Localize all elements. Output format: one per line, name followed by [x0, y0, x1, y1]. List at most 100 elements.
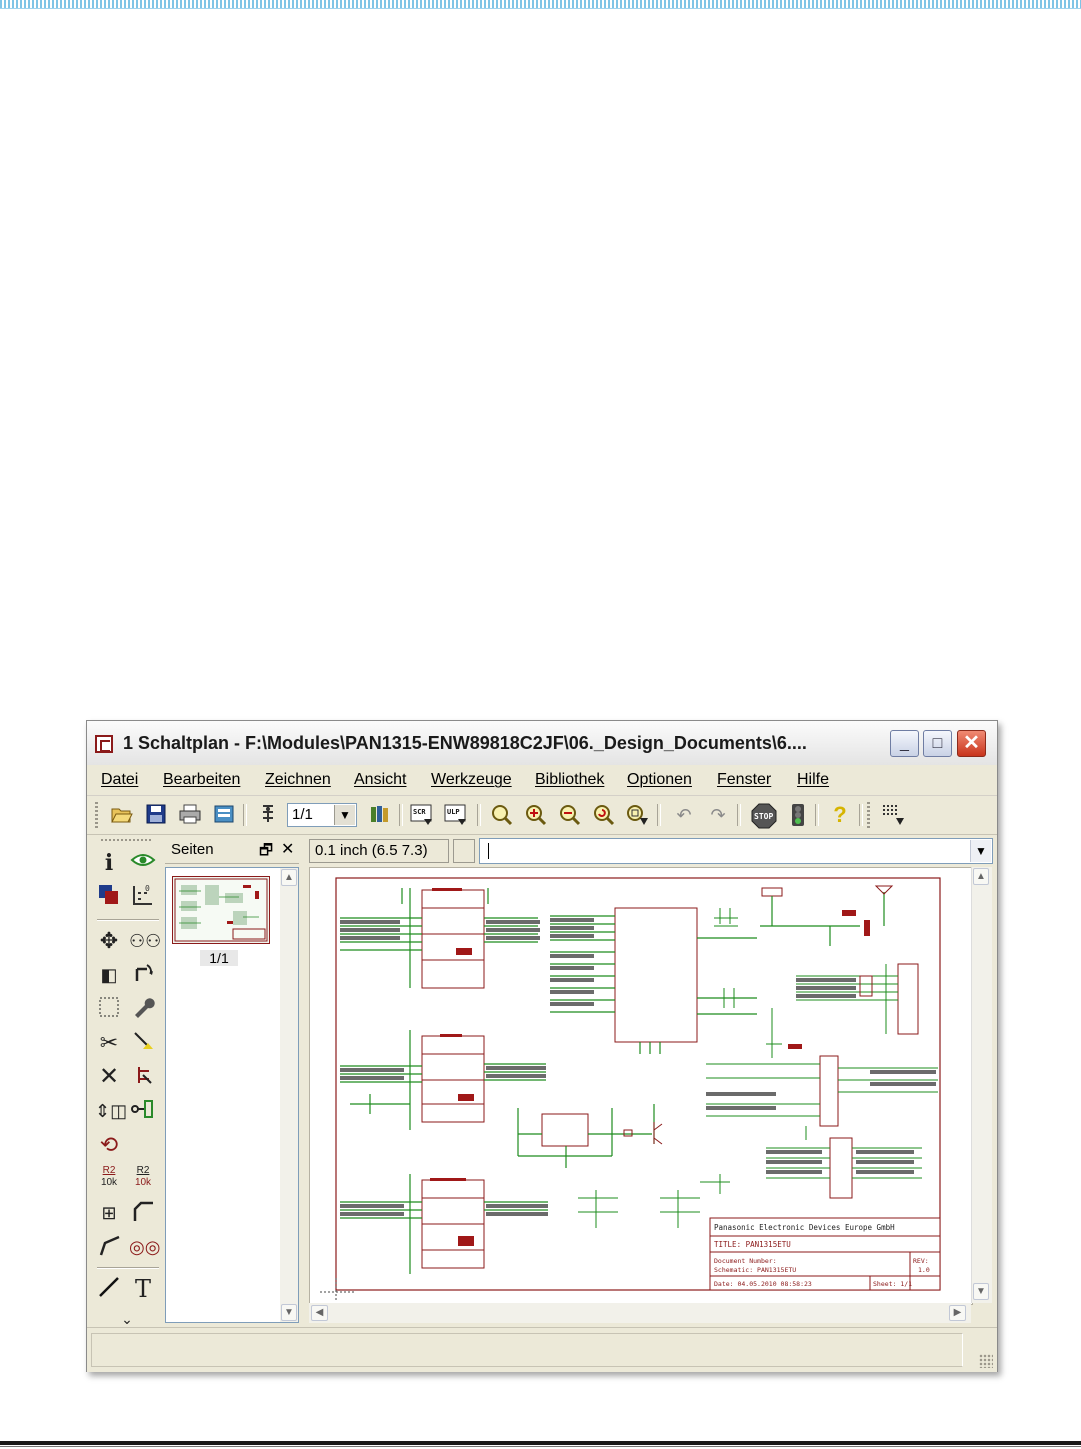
canvas-vertical-scrollbar[interactable]: ▲ ▼: [971, 867, 992, 1303]
close-button[interactable]: ✕: [957, 730, 986, 757]
menu-werkzeuge[interactable]: Werkzeuge: [431, 771, 512, 789]
group-icon[interactable]: [95, 995, 123, 1023]
sheet-icon[interactable]: [255, 803, 281, 827]
menu-fenster[interactable]: Fenster: [717, 771, 771, 789]
cut-icon[interactable]: ✂: [95, 1029, 123, 1057]
scroll-down-icon[interactable]: ▼: [281, 1304, 297, 1321]
info-icon[interactable]: i: [95, 849, 123, 877]
chevron-down-icon[interactable]: ▼: [334, 805, 355, 825]
pinswap-icon[interactable]: ⇕◫: [95, 1097, 127, 1125]
stop-icon[interactable]: STOP: [751, 803, 777, 829]
toolbar-separator: [477, 804, 481, 826]
wire-icon[interactable]: [95, 1275, 123, 1303]
title-bar[interactable]: 1 Schaltplan - F:\Modules\PAN1315-ENW898…: [87, 721, 997, 766]
tb-rev-value: 1.0: [918, 1266, 930, 1274]
tb-schematic: Schematic: PAN1315ETU: [714, 1266, 796, 1274]
smash-icon[interactable]: ⊞: [95, 1199, 123, 1227]
zoom-out-icon[interactable]: [557, 803, 583, 827]
name-icon[interactable]: R2 10k: [95, 1165, 123, 1193]
toolbar-grip[interactable]: [95, 802, 98, 828]
show-icon[interactable]: [129, 849, 157, 877]
pages-panel: Seiten 🗗 ✕ 1/1 ▲ ▼: [165, 837, 299, 1325]
zoom-select-icon[interactable]: [625, 803, 651, 827]
undo-icon[interactable]: ↶: [671, 803, 697, 827]
go-icon[interactable]: [785, 803, 811, 827]
pages-panel-title: Seiten: [171, 841, 214, 858]
display-icon[interactable]: [95, 883, 123, 911]
menu-zeichnen[interactable]: Zeichnen: [265, 771, 331, 789]
print-icon[interactable]: [177, 803, 203, 827]
page-label[interactable]: 1/1: [200, 950, 238, 966]
status-message: [91, 1333, 963, 1367]
command-line-input[interactable]: ▼: [479, 838, 993, 864]
menu-bearbeiten[interactable]: Bearbeiten: [163, 771, 240, 789]
scroll-down-icon[interactable]: ▼: [973, 1283, 989, 1300]
save-icon[interactable]: [143, 803, 169, 827]
text-icon[interactable]: T: [129, 1275, 157, 1303]
help-icon[interactable]: ?: [827, 803, 853, 827]
ic-block-3: [340, 1174, 548, 1274]
scroll-left-icon[interactable]: ◀: [311, 1305, 328, 1321]
library-icon[interactable]: [367, 803, 393, 827]
eagle-window: 1 Schaltplan - F:\Modules\PAN1315-ENW898…: [86, 720, 998, 1372]
toolbar-separator: [97, 919, 159, 921]
mark-icon[interactable]: 0: [129, 883, 157, 911]
gateswap-icon[interactable]: [129, 1097, 157, 1125]
change-icon[interactable]: [129, 995, 157, 1023]
split-icon[interactable]: [95, 1233, 123, 1261]
chevron-down-icon[interactable]: ▼: [970, 840, 991, 862]
scroll-right-icon[interactable]: ▶: [949, 1305, 966, 1321]
grid-icon[interactable]: [881, 803, 907, 827]
pages-scrollbar[interactable]: ▲ ▼: [280, 868, 298, 1322]
copy-icon[interactable]: ⚇⚇: [129, 927, 161, 955]
canvas-horizontal-scrollbar[interactable]: ◀ ▶: [309, 1303, 971, 1323]
ulp-icon[interactable]: ULP: [443, 803, 469, 827]
pages-panel-header: Seiten 🗗 ✕: [165, 837, 299, 864]
sheet-select[interactable]: 1/1 ▼: [287, 803, 357, 827]
cam-icon[interactable]: [211, 803, 237, 827]
pages-list[interactable]: 1/1 ▲ ▼: [165, 867, 299, 1323]
menu-ansicht[interactable]: Ansicht: [354, 771, 406, 789]
zoom-fit-icon[interactable]: [489, 803, 515, 827]
zoom-in-icon[interactable]: [523, 803, 549, 827]
delete-icon[interactable]: ✕: [95, 1063, 123, 1091]
scroll-up-icon[interactable]: ▲: [281, 869, 297, 886]
value-icon[interactable]: R2 10k: [129, 1165, 157, 1193]
scroll-up-icon[interactable]: ▲: [973, 868, 989, 885]
menu-hilfe[interactable]: Hilfe: [797, 771, 829, 789]
close-icon[interactable]: ✕: [281, 839, 294, 859]
maximize-button[interactable]: □: [923, 730, 952, 757]
add-icon[interactable]: [129, 1063, 157, 1091]
restore-icon[interactable]: 🗗: [259, 840, 273, 865]
miter-icon[interactable]: [129, 1199, 157, 1227]
menu-optionen[interactable]: Optionen: [627, 771, 692, 789]
schematic-drawing[interactable]: Panasonic Electronic Devices Europe GmbH…: [310, 868, 972, 1304]
window-title: 1 Schaltplan - F:\Modules\PAN1315-ENW898…: [123, 733, 807, 753]
replace-icon[interactable]: ⟲: [95, 1131, 123, 1159]
toolbar-grip[interactable]: [101, 839, 153, 841]
mirror-icon[interactable]: ◧: [95, 961, 123, 989]
tb-company: Panasonic Electronic Devices Europe GmbH: [714, 1223, 895, 1232]
invoke-icon[interactable]: ◎◎: [129, 1233, 160, 1261]
minimize-button[interactable]: _: [890, 730, 919, 757]
tb-title: TITLE: PAN1315ETU: [714, 1240, 791, 1249]
name-tool-value: 10k: [100, 1177, 118, 1188]
resize-grip[interactable]: [979, 1354, 993, 1368]
open-icon[interactable]: [109, 803, 135, 827]
schematic-app-icon[interactable]: [95, 735, 113, 753]
tb-date: Date: 04.05.2010 08:58:23: [714, 1280, 812, 1288]
paste-icon[interactable]: [129, 1029, 157, 1057]
schematic-canvas[interactable]: Panasonic Electronic Devices Europe GmbH…: [309, 867, 973, 1305]
menu-bibliothek[interactable]: Bibliothek: [535, 771, 604, 789]
zoom-redraw-icon[interactable]: [591, 803, 617, 827]
rotate-icon[interactable]: [129, 961, 157, 989]
command-toolbar: i 0 ✥ ⚇⚇ ◧ ✂ ✕ ⇕◫ ⟲ R2 10k R2 10k ⊞ ◎◎ T ⌄: [91, 835, 163, 1327]
toolbar-separator: [859, 804, 863, 826]
redo-icon[interactable]: ↷: [705, 803, 731, 827]
page-thumbnail[interactable]: [172, 876, 270, 944]
move-icon[interactable]: ✥: [95, 927, 123, 955]
sheet-select-value: 1/1: [292, 806, 313, 823]
menu-datei[interactable]: Datei: [101, 771, 138, 789]
toolbar-grip[interactable]: [867, 802, 870, 828]
script-icon[interactable]: SCR: [409, 803, 435, 827]
